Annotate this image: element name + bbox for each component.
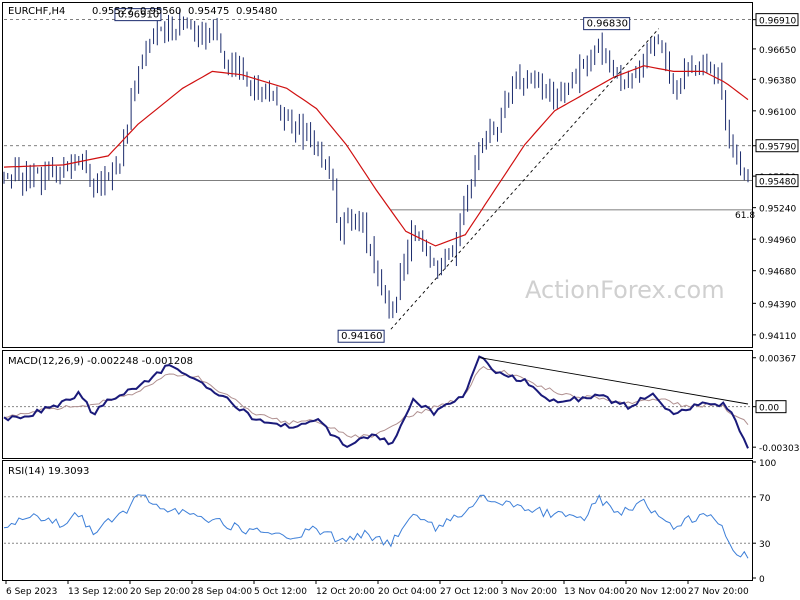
chart-header-symbol: EURCHF,H4 [8, 6, 65, 17]
macd-tick-label: 0.00 [759, 404, 779, 414]
rsi-yaxis: 100 70 30 0 [752, 459, 776, 585]
macd-signal-line [3, 365, 749, 439]
price-tick-label: 0.96380 [759, 76, 796, 86]
rsi-line [3, 494, 749, 559]
x-tick-label: 27 Nov 20:00 [688, 587, 749, 597]
chart-header-value-high: 0.95560 [140, 6, 181, 17]
macd-tick-label: -0.003038 [759, 444, 800, 454]
price-annotation-label-2: 0.94160 [341, 331, 382, 342]
x-tick-label: 3 Nov 20:00 [502, 587, 557, 597]
x-tick-label: 20 Oct 04:00 [378, 587, 437, 597]
chart: ActionForex.com 0.96910 0.96830 0.94160 0.… [2, 2, 800, 597]
rsi-tick-label: 30 [759, 540, 771, 550]
x-tick-label: 27 Oct 12:00 [440, 587, 499, 597]
price-tick-label: 0.95790 [759, 143, 796, 153]
x-tick-label: 6 Sep 2023 [6, 587, 57, 597]
macd-yaxis: 0.00367 0.00 -0.003038 [752, 355, 800, 454]
x-tick-label: 20 Nov 12:00 [626, 587, 687, 597]
price-series [3, 8, 749, 319]
price-tick-label: 0.96100 [759, 108, 796, 118]
macd-panel: 0.00367 0.00 -0.003038 MACD(12,26,9) -0.00… [2, 350, 800, 459]
x-tick-label: 12 Oct 20:00 [316, 587, 375, 597]
price-yaxis: 0.969100.966500.963800.961000.957900.955… [752, 13, 799, 342]
chart-header-value-low: 0.95475 [188, 6, 229, 17]
chart-header-value-open: 0.95527 [92, 6, 133, 17]
macd-series-group [3, 355, 749, 449]
price-panel: ActionForex.com 0.96910 0.96830 0.94160 0.… [2, 2, 799, 348]
price-tick-label: 0.96650 [759, 46, 796, 56]
ma-line-group [3, 65, 749, 247]
rsi-tick-label: 100 [759, 459, 776, 469]
macd-tick-label: 0.00367 [759, 355, 796, 365]
fib-label: 61.8 [735, 211, 755, 221]
x-tick-label: 5 Oct 12:00 [254, 587, 307, 597]
price-tick-label: 0.94390 [759, 300, 796, 310]
moving-average-line [3, 65, 749, 247]
rsi-tick-label: 70 [759, 494, 771, 504]
chart-header-value-close: 0.95480 [236, 6, 277, 17]
price-tick-label: 0.94110 [759, 332, 796, 342]
current-price-label: 0.95480 [759, 178, 796, 188]
x-tick-label: 28 Sep 04:00 [192, 587, 252, 597]
price-levels [4, 19, 752, 211]
rsi-panel: 100 70 30 0 RSI(14) 19.3093 [2, 459, 776, 585]
rsi-tick-label: 0 [759, 575, 765, 585]
price-tick-label: 0.95240 [759, 205, 796, 215]
macd-line [3, 355, 749, 449]
price-tick-label: 0.96910 [759, 17, 796, 27]
x-tick-label: 13 Nov 04:00 [564, 587, 625, 597]
x-axis: 6 Sep 2023 13 Sep 12:00 20 Sep 20:00 28 Sep… [5, 580, 749, 597]
price-annotation-label-1: 0.96830 [587, 19, 628, 30]
rsi-series-group [3, 494, 749, 559]
x-tick-label: 13 Sep 12:00 [68, 587, 128, 597]
price-tick-label: 0.94680 [759, 268, 796, 278]
macd-label: MACD(12,26,9) -0.002248 -0.001208 [8, 356, 193, 367]
rsi-panel-frame [2, 460, 753, 581]
x-tick-label: 20 Sep 20:00 [130, 587, 190, 597]
watermark: ActionForex.com [525, 276, 725, 304]
price-tick-label: 0.94960 [759, 236, 796, 246]
rsi-label: RSI(14) 19.3093 [8, 466, 89, 477]
